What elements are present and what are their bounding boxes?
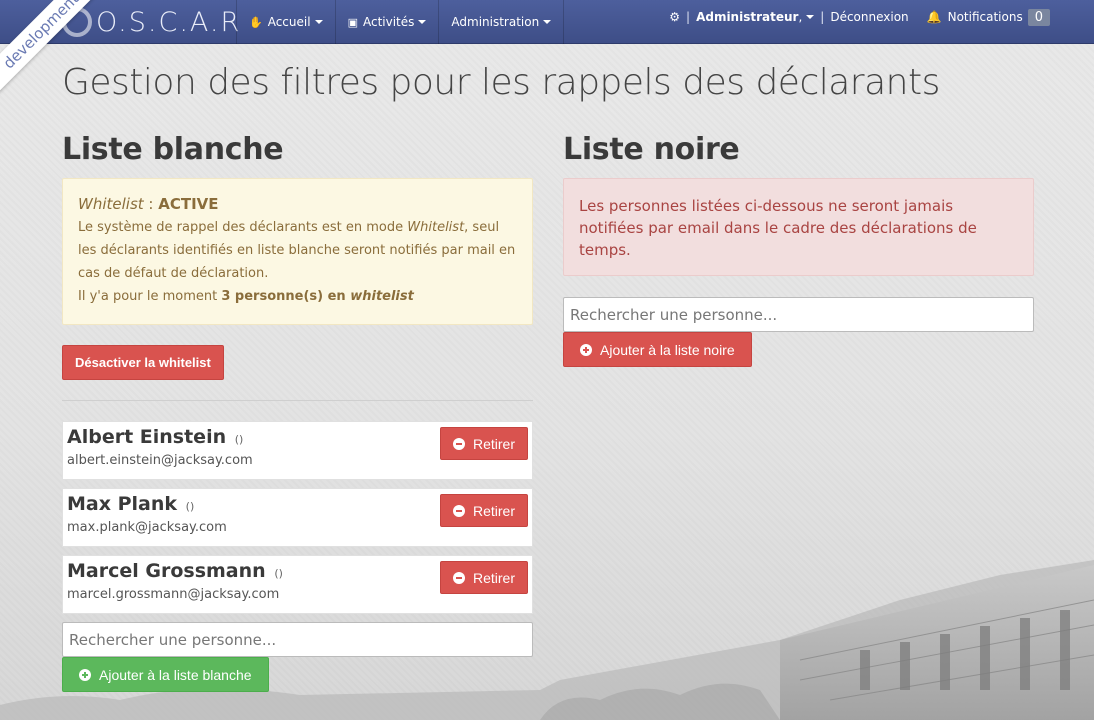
nav-item-label: Activités bbox=[362, 15, 415, 29]
add-to-whitelist-button[interactable]: Ajouter à la liste blanche bbox=[62, 657, 269, 692]
remove-button[interactable]: Retirer bbox=[439, 561, 528, 594]
page-title: Gestion des filtres pour les rappels des… bbox=[62, 62, 940, 103]
person-name: Max Plank bbox=[67, 493, 178, 515]
top-navbar: O.S.C.A.R ✋ Accueil ▣ Activités Administ… bbox=[0, 0, 1094, 44]
brand-logo[interactable]: O.S.C.A.R bbox=[60, 4, 241, 40]
remove-button[interactable]: Retirer bbox=[439, 427, 528, 460]
minus-circle-icon bbox=[452, 571, 465, 584]
caret-down-icon[interactable] bbox=[806, 15, 815, 19]
caret-down-icon bbox=[418, 20, 427, 24]
caret-down-icon bbox=[543, 20, 552, 24]
list-item: Albert Einstein () albert.einstein@jacks… bbox=[62, 421, 533, 480]
plus-circle-icon bbox=[580, 343, 592, 356]
minus-circle-icon bbox=[452, 504, 465, 517]
blacklist-search-input[interactable] bbox=[563, 297, 1034, 332]
bell-icon: 🔔 bbox=[926, 10, 942, 24]
whitelist-title: Liste blanche bbox=[62, 132, 284, 167]
deactivate-whitelist-button[interactable]: Désactiver la whitelist bbox=[62, 345, 224, 380]
list-item: Marcel Grossmann () marcel.grossmann@jac… bbox=[62, 555, 533, 614]
blacklist-info-alert: Les personnes listées ci-dessous ne sero… bbox=[563, 178, 1034, 276]
user-nav: ⚙ | Administrateur, | Déconnexion 🔔 Noti… bbox=[669, 0, 1050, 34]
blacklist-column: Liste noire Les personnes listées ci-des… bbox=[563, 132, 1034, 367]
nav-item-accueil[interactable]: ✋ Accueil bbox=[236, 0, 335, 44]
gear-icon[interactable]: ⚙ bbox=[669, 10, 680, 24]
person-name: Albert Einstein bbox=[67, 426, 227, 448]
main-nav: ✋ Accueil ▣ Activités Administration bbox=[236, 0, 565, 44]
nav-item-label: Accueil bbox=[267, 15, 311, 29]
main-content: Gestion des filtres pour les rappels des… bbox=[0, 44, 1094, 720]
add-to-blacklist-button[interactable]: Ajouter à la liste noire bbox=[563, 332, 752, 367]
plus-circle-icon bbox=[79, 668, 91, 681]
whitelist-status-value: ACTIVE bbox=[158, 195, 219, 213]
nav-item-administration[interactable]: Administration bbox=[438, 0, 565, 44]
cube-icon: ▣ bbox=[347, 15, 358, 29]
person-name: Marcel Grossmann bbox=[67, 560, 266, 582]
whitelist-status-alert: Whitelist : ACTIVE Le système de rappel … bbox=[62, 178, 533, 325]
brand-name: O.S.C.A.R bbox=[96, 6, 242, 38]
notifications-link[interactable]: Notifications bbox=[948, 10, 1023, 24]
nav-item-activites[interactable]: ▣ Activités bbox=[334, 0, 439, 44]
logout-link[interactable]: Déconnexion bbox=[830, 10, 908, 24]
whitelist-search-input[interactable] bbox=[62, 622, 533, 657]
user-menu[interactable]: Administrateur bbox=[696, 10, 798, 24]
blacklist-title: Liste noire bbox=[563, 132, 740, 167]
whitelist-description: Le système de rappel des déclarants est … bbox=[78, 220, 516, 281]
whitelist-count: Il y'a pour le moment 3 personne(s) en w… bbox=[78, 289, 414, 304]
divider bbox=[62, 400, 533, 401]
nav-item-label: Administration bbox=[451, 15, 540, 29]
list-item: Max Plank () max.plank@jacksay.com Retir… bbox=[62, 488, 533, 547]
whitelist-column: Liste blanche Whitelist : ACTIVE Le syst… bbox=[62, 132, 533, 692]
minus-circle-icon bbox=[452, 437, 465, 450]
remove-button[interactable]: Retirer bbox=[439, 494, 528, 527]
caret-down-icon bbox=[314, 20, 323, 24]
whitelist-status-line: Whitelist : ACTIVE bbox=[78, 195, 219, 213]
notifications-count-badge[interactable]: 0 bbox=[1027, 8, 1050, 26]
hand-icon: ✋ bbox=[249, 15, 263, 29]
